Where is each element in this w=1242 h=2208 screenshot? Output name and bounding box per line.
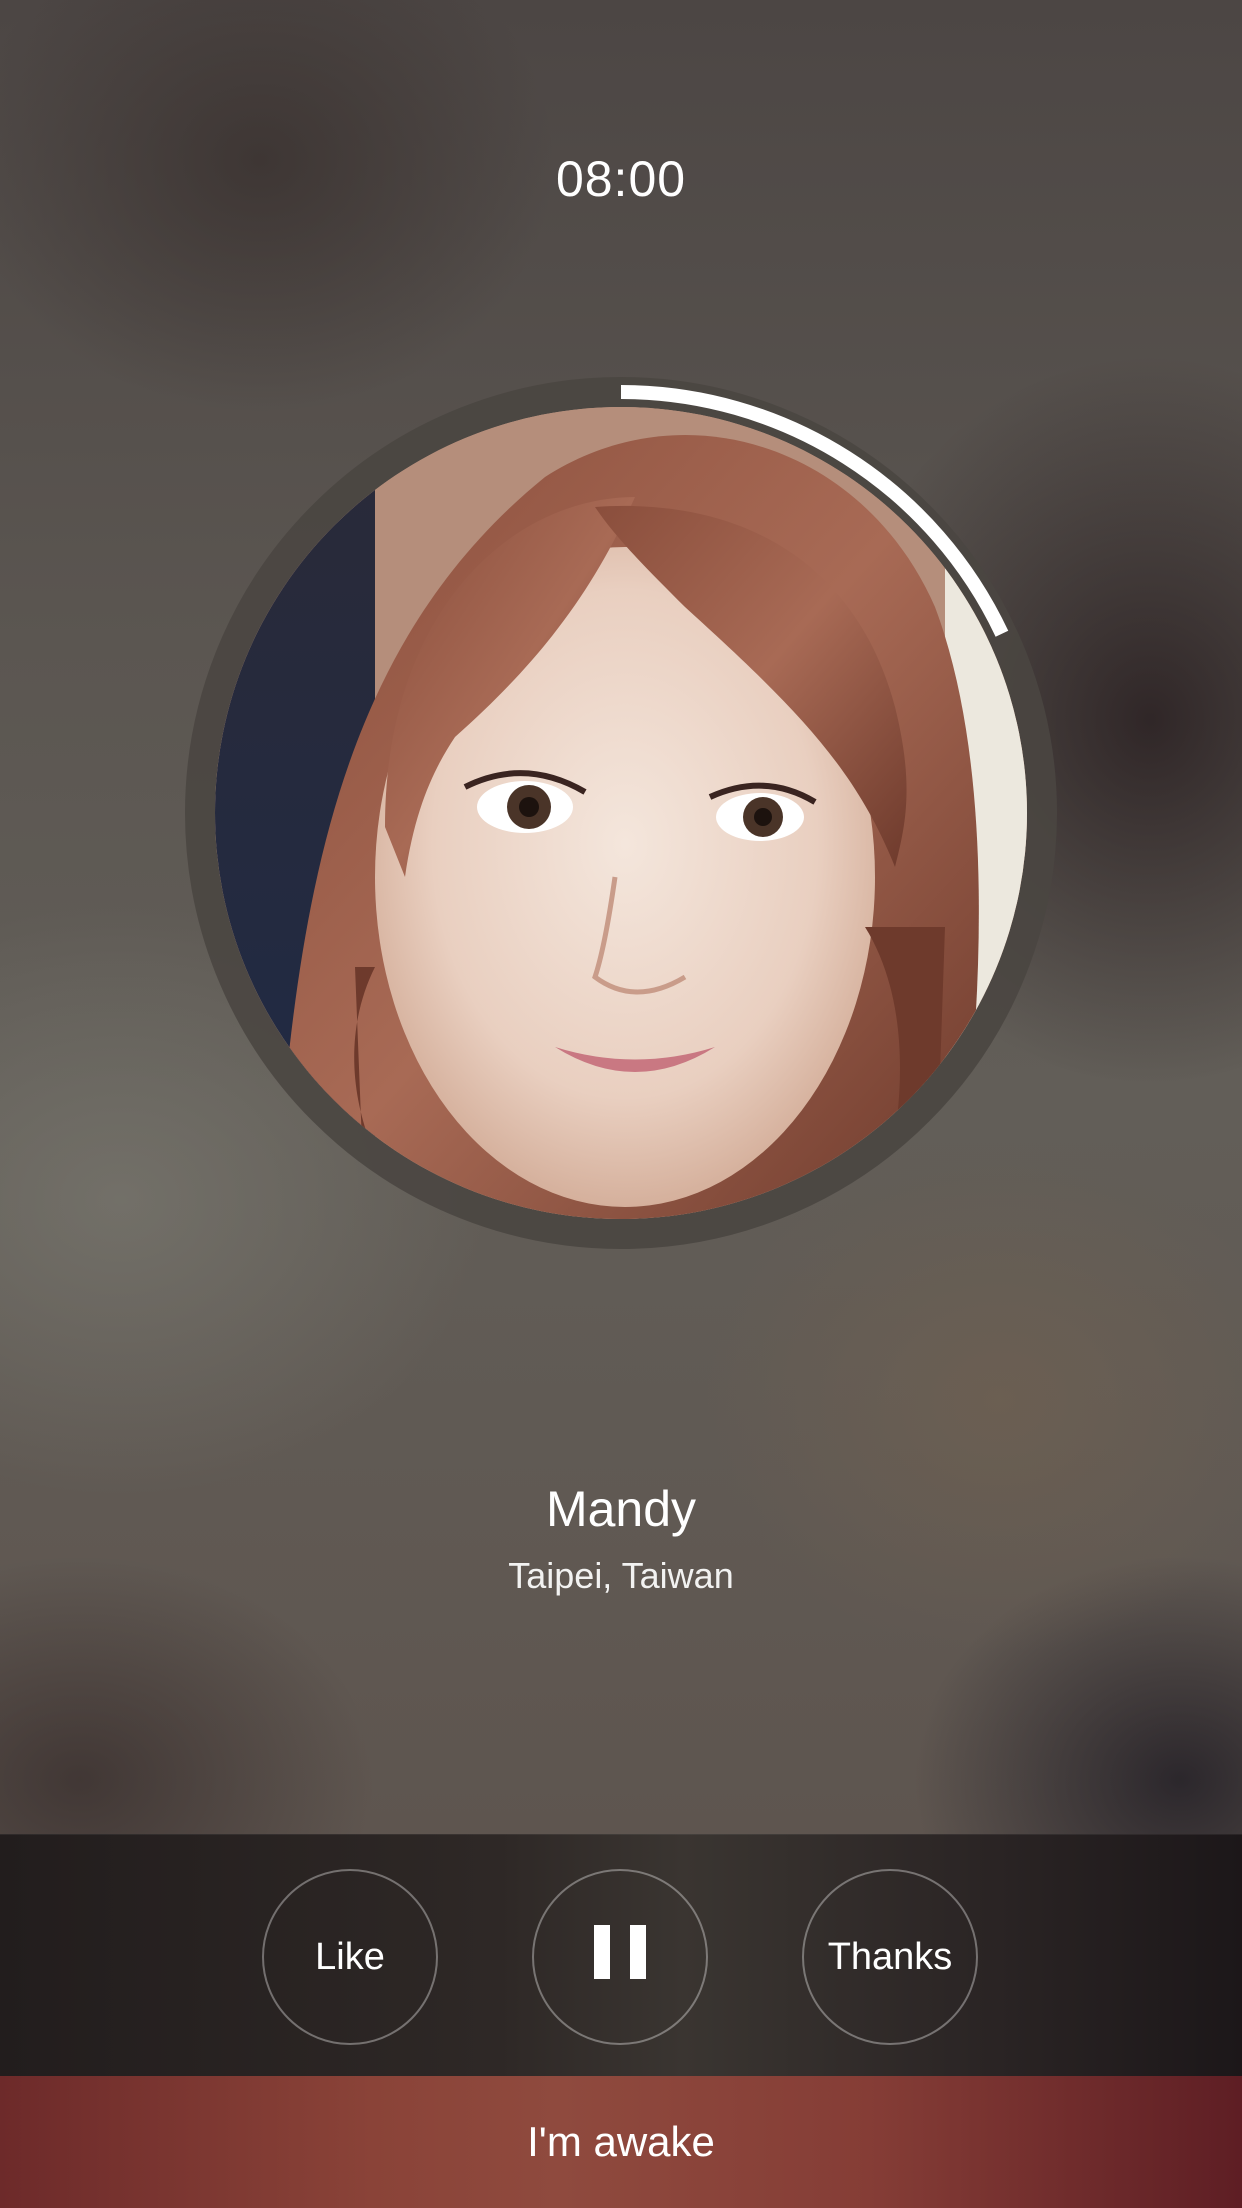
like-button[interactable]: Like <box>262 1869 438 2045</box>
pause-icon <box>584 1925 656 1989</box>
alarm-time: 08:00 <box>555 151 687 207</box>
thanks-button-label: Thanks <box>827 1935 953 1978</box>
im-awake-button[interactable]: I'm awake <box>0 2076 1242 2208</box>
caller-avatar-container <box>185 377 1057 1249</box>
controls-bar: Like Thanks <box>0 1834 1242 2076</box>
avatar-image <box>215 407 1027 1219</box>
caller-location: Taipei, Taiwan <box>508 1555 734 1596</box>
thanks-button[interactable]: Thanks <box>802 1869 978 2045</box>
pause-button[interactable] <box>532 1869 708 2045</box>
like-button-label: Like <box>315 1935 385 1978</box>
caller-name: Mandy <box>545 1481 697 1537</box>
caller-photo <box>215 407 1027 1219</box>
im-awake-label: I'm awake <box>527 2118 715 2165</box>
